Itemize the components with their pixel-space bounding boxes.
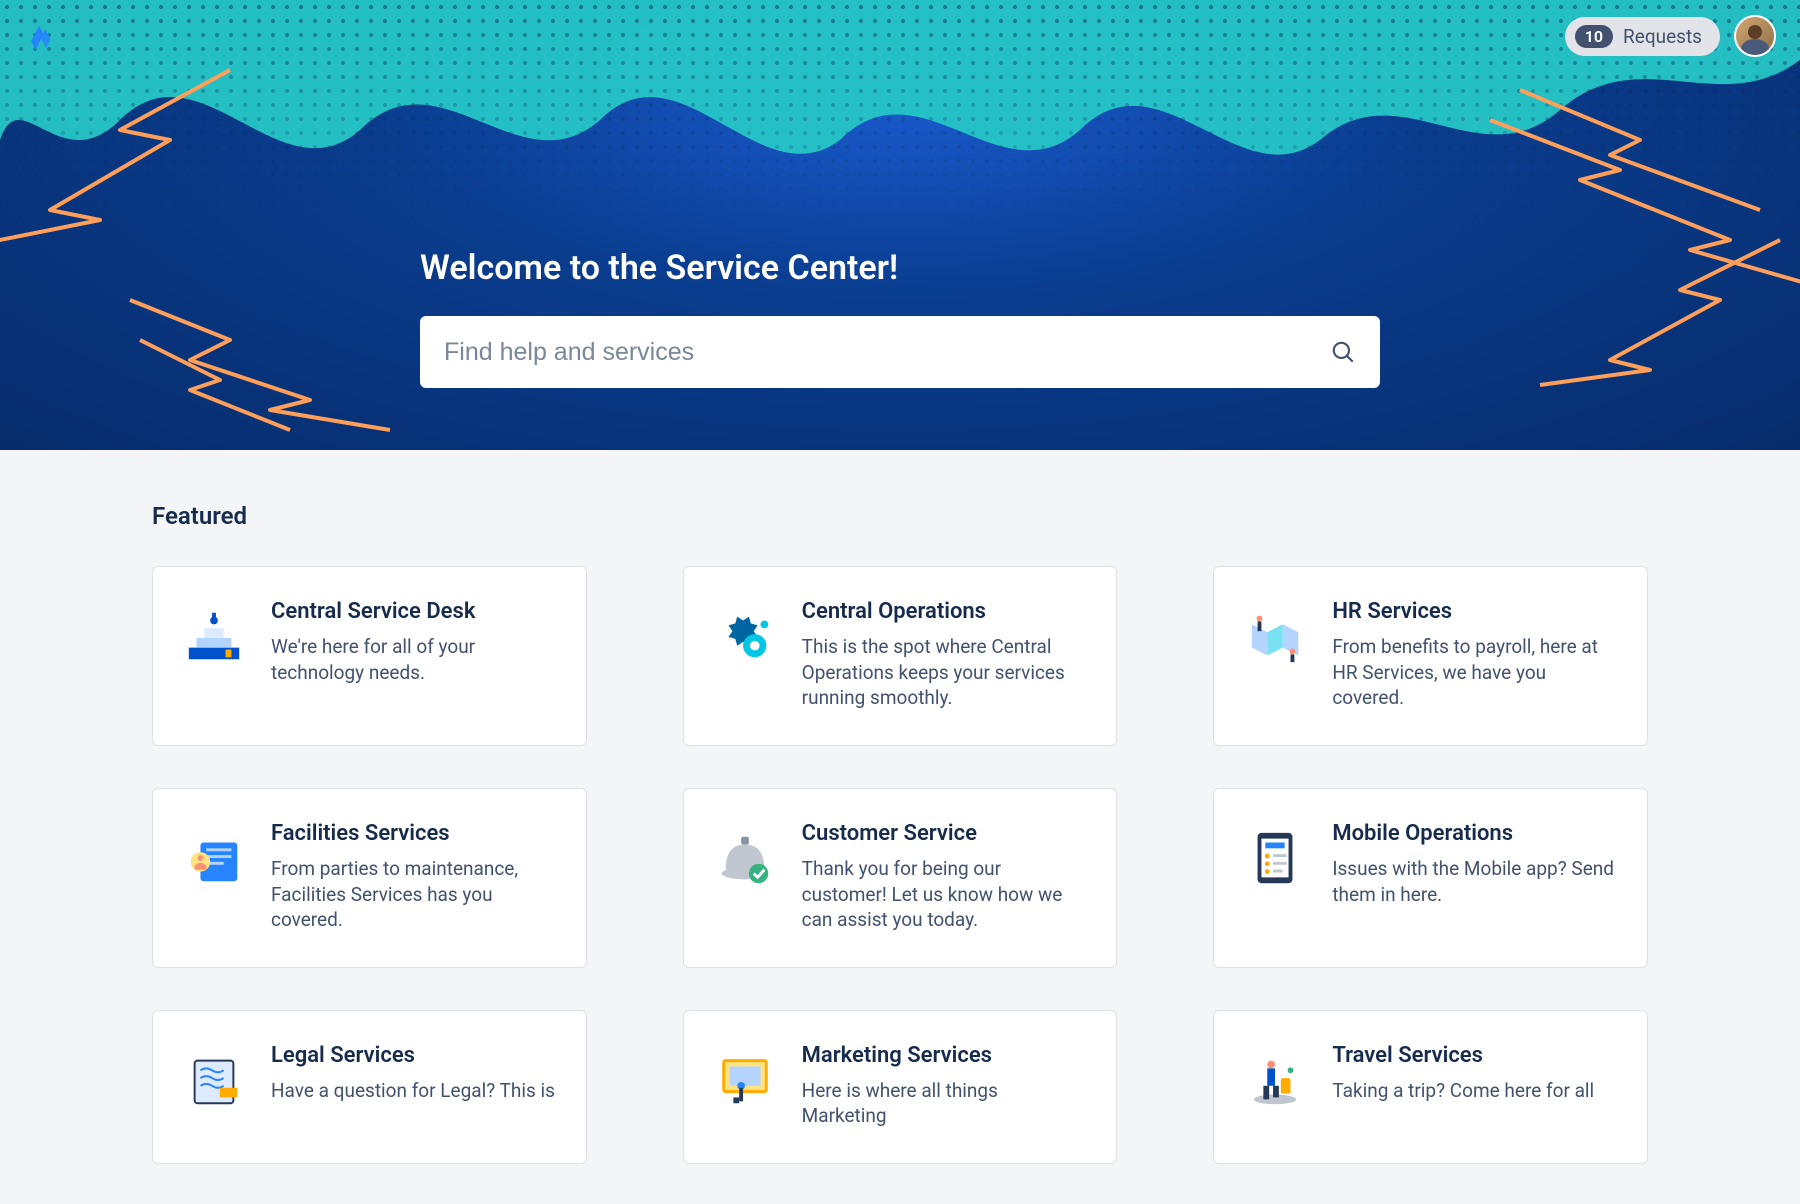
card-hr-services[interactable]: HR Services From benefits to payroll, he… [1213, 566, 1648, 746]
search-input[interactable] [444, 338, 1330, 367]
search-icon [1330, 339, 1356, 365]
hr-icon [1244, 605, 1306, 667]
card-travel-services[interactable]: Travel Services Taking a trip? Come here… [1213, 1010, 1648, 1164]
lightning-bolt-icon [1530, 230, 1790, 390]
card-title: HR Services [1332, 599, 1617, 624]
card-desc: Issues with the Mobile app? Send them in… [1332, 856, 1617, 907]
card-desc: Here is where all things Marketing [802, 1078, 1087, 1129]
card-desc: From parties to maintenance, Facilities … [271, 856, 556, 933]
requests-label: Requests [1623, 25, 1702, 48]
card-central-service-desk[interactable]: Central Service Desk We're here for all … [152, 566, 587, 746]
card-desc: This is the spot where Central Operation… [802, 634, 1087, 711]
requests-count-badge: 10 [1575, 25, 1613, 48]
card-title: Legal Services [271, 1043, 556, 1068]
facilities-icon [183, 827, 245, 889]
card-title: Facilities Services [271, 821, 556, 846]
card-title: Marketing Services [802, 1043, 1087, 1068]
card-title: Central Service Desk [271, 599, 556, 624]
requests-button[interactable]: 10 Requests [1565, 17, 1720, 56]
main-content: Featured Central Service Desk We're here… [0, 450, 1800, 1204]
lightning-bolt-icon [120, 280, 400, 440]
card-desc: We're here for all of your technology ne… [271, 634, 556, 685]
card-desc: Taking a trip? Come here for all [1332, 1078, 1617, 1104]
card-legal-services[interactable]: Legal Services Have a question for Legal… [152, 1010, 587, 1164]
marketing-icon [714, 1049, 776, 1111]
card-title: Travel Services [1332, 1043, 1617, 1068]
topbar: 10 Requests [0, 0, 1800, 72]
lightning-bolt-icon [1480, 80, 1800, 300]
card-facilities-services[interactable]: Facilities Services From parties to main… [152, 788, 587, 968]
card-desc: Thank you for being our customer! Let us… [802, 856, 1087, 933]
card-customer-service[interactable]: Customer Service Thank you for being our… [683, 788, 1118, 968]
search-box[interactable] [420, 316, 1380, 388]
card-marketing-services[interactable]: Marketing Services Here is where all thi… [683, 1010, 1118, 1164]
app-logo[interactable] [24, 20, 56, 52]
page-title: Welcome to the Service Center! [420, 248, 1380, 288]
card-desc: From benefits to payroll, here at HR Ser… [1332, 634, 1617, 711]
lightning-bolt-icon [0, 60, 240, 260]
card-mobile-operations[interactable]: Mobile Operations Issues with the Mobile… [1213, 788, 1648, 968]
avatar[interactable] [1734, 15, 1776, 57]
customer-service-icon [714, 827, 776, 889]
operations-icon [714, 605, 776, 667]
card-title: Mobile Operations [1332, 821, 1617, 846]
hero-banner: 10 Requests Welcome to the Service Cente… [0, 0, 1800, 450]
mobile-icon [1244, 827, 1306, 889]
featured-heading: Featured [152, 502, 1648, 530]
service-desk-icon [183, 605, 245, 667]
legal-icon [183, 1049, 245, 1111]
featured-grid: Central Service Desk We're here for all … [152, 566, 1648, 1164]
travel-icon [1244, 1049, 1306, 1111]
card-central-operations[interactable]: Central Operations This is the spot wher… [683, 566, 1118, 746]
card-title: Customer Service [802, 821, 1087, 846]
card-title: Central Operations [802, 599, 1087, 624]
card-desc: Have a question for Legal? This is [271, 1078, 556, 1104]
